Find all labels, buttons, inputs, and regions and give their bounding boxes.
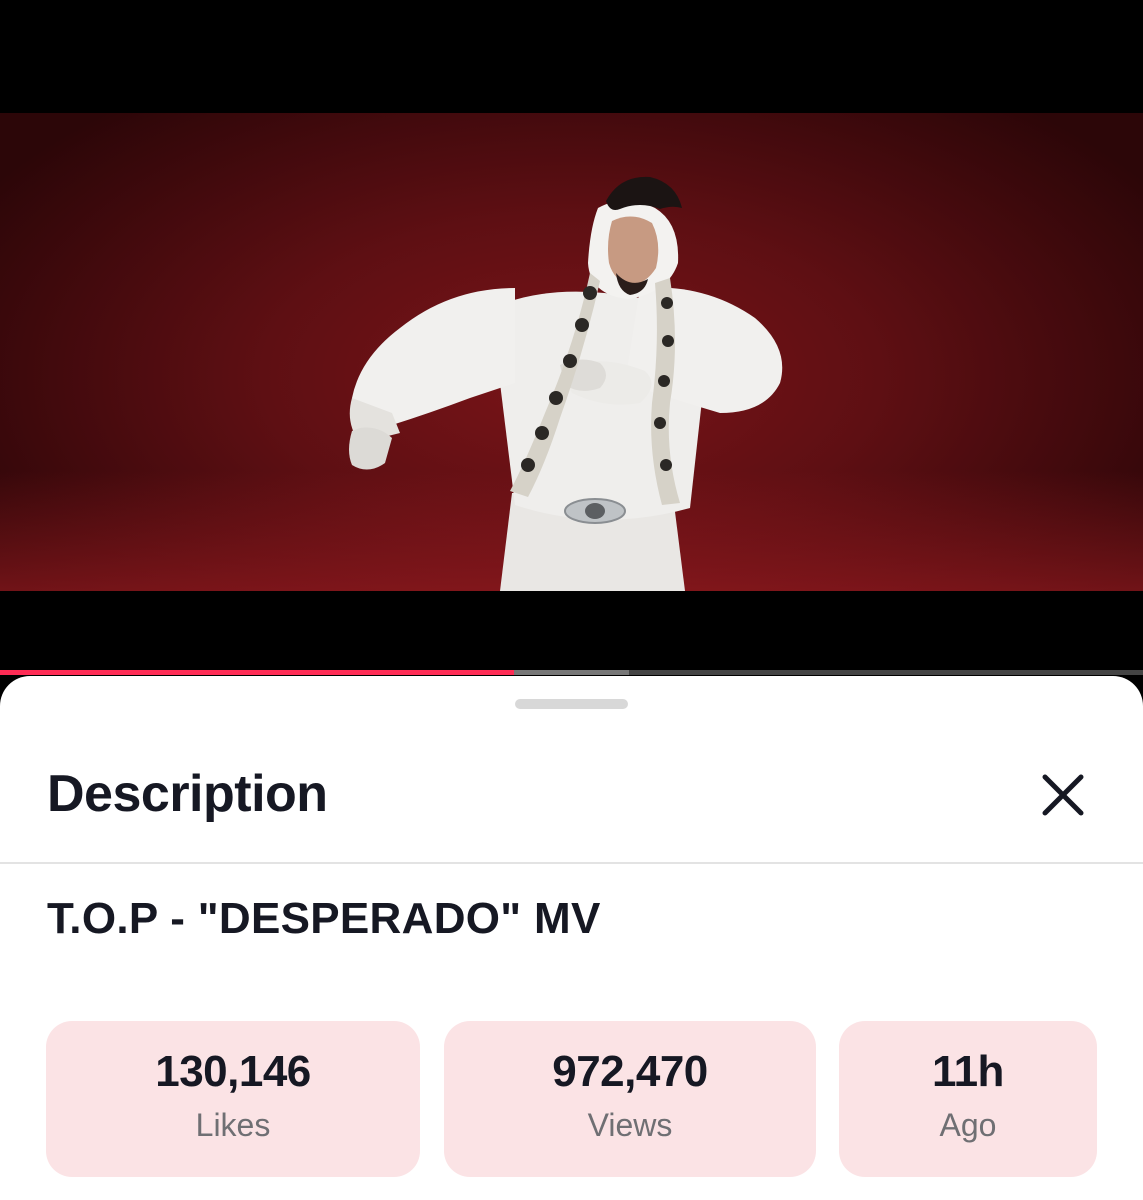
video-player[interactable] [0, 0, 1143, 676]
stat-card-views: 972,470 Views [444, 1021, 816, 1177]
performer-figure [349, 176, 783, 591]
likes-count: 130,146 [155, 1047, 311, 1096]
sheet-title: Description [47, 765, 328, 823]
description-sheet: Description T.O.P - "DESPERADO" MV 130,1… [0, 676, 1143, 1200]
posted-ago-label: Ago [939, 1107, 997, 1143]
sheet-drag-handle[interactable] [515, 699, 628, 709]
sheet-header: Description [0, 736, 1143, 864]
video-frame[interactable] [0, 113, 1143, 591]
progress-played [0, 670, 515, 675]
tiktok-description-screen: Description T.O.P - "DESPERADO" MV 130,1… [0, 0, 1143, 1200]
close-button[interactable] [1030, 758, 1096, 832]
views-label: Views [587, 1107, 673, 1143]
video-title: T.O.P - "DESPERADO" MV [47, 894, 601, 943]
likes-label: Likes [195, 1107, 271, 1143]
posted-ago-value: 11h [932, 1047, 1004, 1096]
close-icon [1042, 774, 1084, 816]
stat-card-likes: 130,146 Likes [46, 1021, 420, 1177]
views-count: 972,470 [552, 1047, 708, 1096]
progress-bar[interactable] [0, 670, 1143, 675]
stat-card-age: 11h Ago [839, 1021, 1097, 1177]
